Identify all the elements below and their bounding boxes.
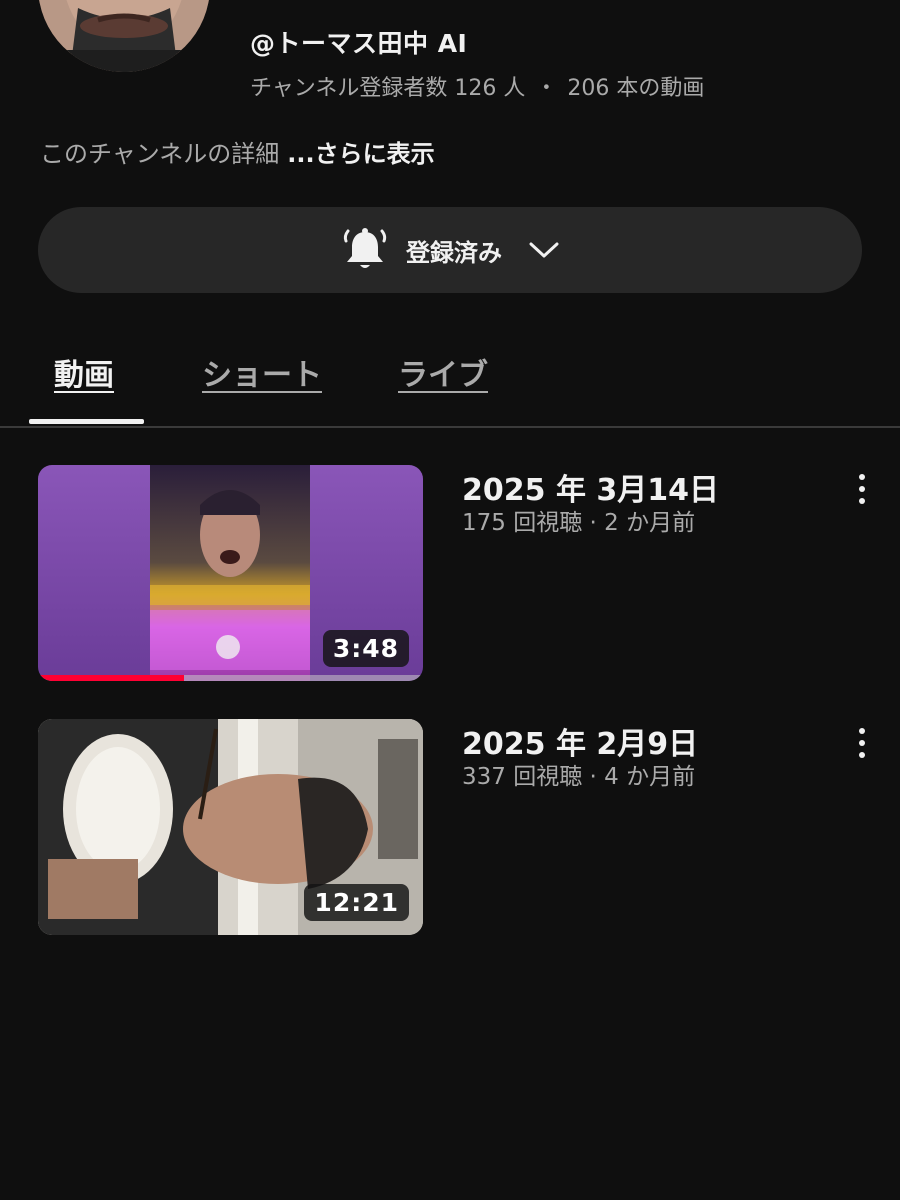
channel-tabs: 動画 ショート ライブ xyxy=(0,340,900,428)
chevron-down-icon xyxy=(529,242,559,258)
tab-shorts[interactable]: ショート xyxy=(202,350,322,394)
active-tab-indicator xyxy=(29,419,144,424)
channel-description-row[interactable]: このチャンネルの詳細 ...さらに表示 xyxy=(40,134,435,169)
video-duration: 3:48 xyxy=(322,630,409,667)
watch-progress-bar xyxy=(38,675,423,681)
avatar-photo xyxy=(38,0,210,72)
channel-handle: @トーマス田中 AI xyxy=(250,29,468,58)
tab-live[interactable]: ライブ xyxy=(398,350,488,394)
more-options-icon[interactable] xyxy=(850,471,874,507)
subscriber-count: チャンネル登録者数 126 人 xyxy=(250,76,526,101)
channel-description: このチャンネルの詳細 xyxy=(40,140,280,168)
video-count: 206 本の動画 xyxy=(567,76,705,101)
stats-separator: ・ xyxy=(535,76,558,101)
channel-avatar[interactable] xyxy=(38,0,210,72)
show-more-link[interactable]: ...さらに表示 xyxy=(287,140,434,168)
tab-videos[interactable]: 動画 xyxy=(54,350,114,394)
video-item[interactable]: 3:48 2025 年 3月14日 175 回視聴 · 2 か月前 xyxy=(38,465,888,685)
video-duration: 12:21 xyxy=(304,884,409,921)
more-options-icon[interactable] xyxy=(850,725,874,761)
subscribed-button[interactable]: 登録済み xyxy=(38,207,862,293)
bell-icon xyxy=(343,228,387,268)
video-meta: 337 回視聴 · 4 か月前 xyxy=(462,764,696,790)
video-meta: 175 回視聴 · 2 か月前 xyxy=(462,510,696,536)
video-thumbnail[interactable]: 3:48 xyxy=(38,465,423,681)
channel-stats: チャンネル登録者数 126 人・ 206 本の動画 xyxy=(250,70,704,102)
video-item[interactable]: 12:21 2025 年 2月9日 337 回視聴 · 4 か月前 xyxy=(38,719,888,939)
subscribed-label: 登録済み xyxy=(406,238,502,267)
video-thumbnail[interactable]: 12:21 xyxy=(38,719,423,935)
watch-progress-fill xyxy=(38,675,185,681)
